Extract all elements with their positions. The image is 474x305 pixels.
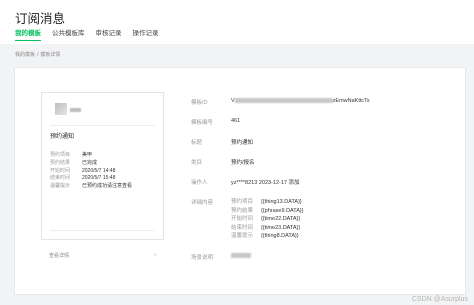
content-value: {{phrase9.DATA}} <box>261 207 304 214</box>
preview-field-row: 预约结果 已完成 <box>50 160 160 168</box>
card-divider <box>50 230 155 231</box>
message-preview-card: 预约通知 预约项目 美甲 预约结果 已完成 开始时间 2020/5/7 14:4… <box>41 92 164 240</box>
detail-label: 操作人 <box>191 180 208 186</box>
page-title: 订阅消息 <box>15 12 66 26</box>
detail-row-content: 详细内容 预约项目 {{thing13.DATA}} 预约结果 {{phrase… <box>191 198 304 241</box>
operator-value: yz****8213 2023-12-17 添加 <box>231 180 300 186</box>
view-details-link[interactable]: 查看详情 › <box>49 251 156 259</box>
preview-field-key: 预约项目 <box>50 152 71 158</box>
tab-operation-records[interactable]: 操作记录 <box>133 30 159 42</box>
content-value: {{time23.DATA}} <box>261 224 301 231</box>
detail-row-title: 标题 预约通知 <box>191 138 253 146</box>
preview-field-row: 预约项目 美甲 <box>50 152 160 160</box>
tab-my-templates[interactable]: 我的模板 <box>15 30 41 42</box>
app-logo-icon <box>55 103 67 115</box>
detail-label: 类目 <box>191 160 203 166</box>
breadcrumb: 我的模板 / 模板详情 <box>15 51 60 58</box>
breadcrumb-current: 模板详情 <box>40 52 61 58</box>
detail-label: 详细内容 <box>191 200 214 206</box>
detail-label: 模板编号 <box>191 120 214 126</box>
watermark: CSDN @Asurplus <box>411 296 468 303</box>
chevron-right-icon: › <box>154 252 156 258</box>
breadcrumb-separator: / <box>37 52 39 58</box>
template-content-row: 开始时间 {{time22.DATA}} <box>231 215 304 224</box>
template-content-row: 结束时间 {{time23.DATA}} <box>231 224 304 233</box>
content-template: 预约项目 {{thing13.DATA}} 预约结果 {{phrase9.DAT… <box>231 198 304 241</box>
template-no-value: 461 <box>231 118 241 124</box>
preview-field-row: 温馨提示 已预约成功请注意查看 <box>50 183 160 191</box>
content-key: 温馨提示 <box>231 233 254 239</box>
card-divider <box>50 125 155 126</box>
detail-label: 场景说明 <box>191 255 214 261</box>
view-details-label: 查看详情 <box>49 252 70 259</box>
detail-row-template-id: 模板ID VzEmwNaKttcTs <box>191 98 370 106</box>
detail-row-template-no: 模板编号 461 <box>191 118 240 126</box>
content-value: {{thing13.DATA}} <box>261 199 302 205</box>
preview-title: 预约通知 <box>50 134 75 140</box>
tab-review-records[interactable]: 审核记录 <box>96 30 122 42</box>
detail-row-category: 类目 预约/报名 <box>191 158 255 166</box>
template-content-row: 温馨提示 {{thing8.DATA}} <box>231 232 304 241</box>
template-id-value[interactable]: VzEmwNaKttcTs <box>231 98 370 106</box>
template-id-suffix: zEmwNaKttcTs <box>332 98 370 104</box>
preview-fields: 预约项目 美甲 预约结果 已完成 开始时间 2020/5/7 14:48 结束时… <box>50 152 160 191</box>
detail-label: 模板ID <box>191 100 208 106</box>
app-name-redacted <box>70 108 81 112</box>
content-key: 预约项目 <box>231 199 254 205</box>
preview-field-value: 已完成 <box>82 159 98 166</box>
content-key: 开始时间 <box>231 216 254 222</box>
detail-row-operator: 操作人 yz****8213 2023-12-17 添加 <box>191 178 300 186</box>
tab-bar: 我的模板 公共模板库 审核记录 操作记录 <box>15 30 159 42</box>
content-key: 结束时间 <box>231 224 254 231</box>
title-value: 预约通知 <box>231 140 254 146</box>
template-content-row: 预约结果 {{phrase9.DATA}} <box>231 207 304 216</box>
template-details: 模板ID VzEmwNaKttcTs 模板编号 461 标题 预约通知 类目 预… <box>191 68 461 296</box>
breadcrumb-my-templates[interactable]: 我的模板 <box>15 52 35 58</box>
preview-field-value: 美甲 <box>82 152 93 158</box>
top-bar: 订阅消息 我的模板 公共模板库 审核记录 操作记录 <box>0 0 474 44</box>
category-value: 预约/报名 <box>231 160 255 166</box>
content-value: {{time22.DATA}} <box>261 216 301 222</box>
preview-field-key: 预约结果 <box>50 159 71 166</box>
scene-redacted <box>231 253 251 259</box>
preview-field-value: 已预约成功请注意查看 <box>82 183 133 190</box>
content-value: {{thing8.DATA}} <box>261 233 299 239</box>
detail-label: 标题 <box>191 140 203 146</box>
template-content-row: 预约项目 {{thing13.DATA}} <box>231 198 304 207</box>
scene-value <box>231 253 251 261</box>
preview-field-value: 2020/5/7 14:48 <box>82 167 116 174</box>
content-key: 预约结果 <box>231 207 254 214</box>
preview-field-key: 温馨提示 <box>50 183 71 190</box>
template-id-redacted <box>234 98 333 104</box>
detail-row-scene: 场景说明 <box>191 253 251 261</box>
tab-public-library[interactable]: 公共模板库 <box>52 30 85 42</box>
detail-panel: 预约通知 预约项目 美甲 预约结果 已完成 开始时间 2020/5/7 14:4… <box>14 67 466 295</box>
